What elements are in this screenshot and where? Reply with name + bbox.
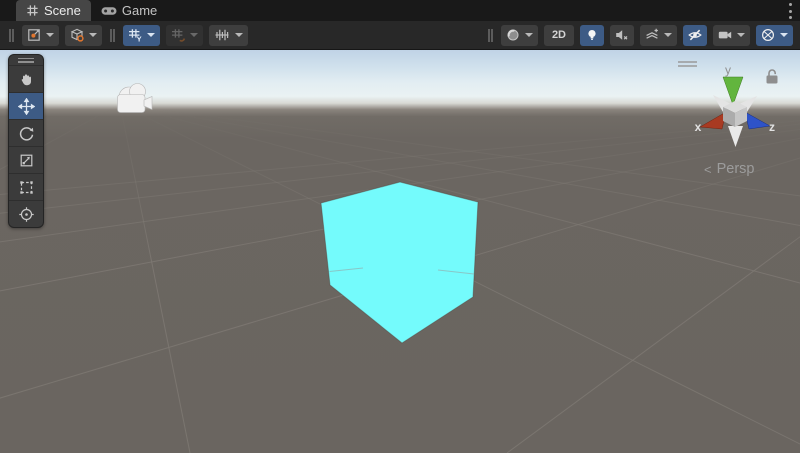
- mode-2d-button[interactable]: 2D: [544, 25, 574, 46]
- snap-increment-button[interactable]: [209, 25, 248, 46]
- gizmo-axis-x-cone[interactable]: [700, 112, 726, 129]
- projection-toggle[interactable]: < Persp: [704, 161, 754, 177]
- view-tool-button[interactable]: [9, 65, 43, 92]
- grid-axis-icon: Y: [127, 27, 143, 43]
- axis-z-label: z: [769, 120, 775, 134]
- gamepad-icon: [101, 5, 117, 17]
- transform-icon: [18, 206, 35, 223]
- rotate-icon: [18, 125, 35, 142]
- dropdown-arrow-icon[interactable]: [190, 33, 198, 37]
- mode-2d-label: 2D: [548, 29, 570, 41]
- dropdown-arrow-icon[interactable]: [46, 33, 54, 37]
- effects-button[interactable]: [640, 25, 677, 46]
- effects-layers-icon: [644, 27, 660, 43]
- gizmos-button[interactable]: [756, 25, 793, 46]
- move-arrows-icon: [18, 98, 35, 115]
- handle-position-pivot-button[interactable]: [22, 25, 59, 46]
- scene-toolbar: Y: [0, 21, 800, 50]
- dropdown-arrow-icon[interactable]: [235, 33, 243, 37]
- dropdown-arrow-icon[interactable]: [525, 33, 533, 37]
- grid-snap-group: Y: [123, 25, 248, 46]
- scene-lighting-button[interactable]: [580, 25, 604, 46]
- scale-icon: [18, 152, 35, 169]
- scene-camera-button[interactable]: [713, 25, 750, 46]
- dropdown-arrow-icon[interactable]: [737, 33, 745, 37]
- snap-to-grid-button[interactable]: [166, 25, 203, 46]
- grid-magnet-icon: [170, 27, 186, 43]
- grid-axis-label: Y: [137, 35, 142, 43]
- audio-mute-button[interactable]: [610, 25, 634, 46]
- tools-drag-handle[interactable]: [9, 55, 43, 65]
- shaded-sphere-icon: [505, 27, 521, 43]
- axis-y-label: y: [725, 63, 731, 77]
- lightbulb-icon: [584, 27, 600, 43]
- axis-x-label: x: [695, 120, 702, 134]
- kebab-menu-icon[interactable]: [787, 3, 793, 19]
- handle-orientation-button[interactable]: [65, 25, 102, 46]
- hand-icon: [18, 71, 35, 88]
- tab-game[interactable]: Game: [91, 0, 167, 21]
- scale-tool-button[interactable]: [9, 146, 43, 173]
- cube-object[interactable]: [321, 182, 478, 343]
- eye-slash-icon: [687, 27, 703, 43]
- dropdown-arrow-icon[interactable]: [89, 33, 97, 37]
- draw-mode-button[interactable]: [501, 25, 538, 46]
- pivot-icon: [26, 27, 42, 43]
- rect-tool-button[interactable]: [9, 173, 43, 200]
- grid-group-drag-handle[interactable]: [110, 29, 115, 42]
- scene-3d-canvas: y x z: [0, 50, 800, 453]
- snap-increment-icon: [213, 27, 231, 43]
- toolbar-drag-handle[interactable]: [9, 29, 14, 42]
- dropdown-arrow-icon[interactable]: [780, 33, 788, 37]
- view-group-drag-handle[interactable]: [488, 29, 493, 42]
- gizmo-axis-neg-cone[interactable]: [728, 126, 743, 147]
- gizmos-sphere-icon: [760, 27, 776, 43]
- projection-label: Persp: [717, 161, 755, 177]
- camera-icon: [717, 27, 733, 43]
- tool-settings-group: [22, 25, 102, 46]
- unity-scene-view: Scene Game: [0, 0, 800, 453]
- projection-arrow-icon: <: [704, 162, 712, 177]
- move-tool-button[interactable]: [9, 92, 43, 119]
- dropdown-arrow-icon[interactable]: [664, 33, 672, 37]
- camera-gizmo-icon[interactable]: [118, 84, 153, 113]
- gizmo-axis-z-cone[interactable]: [745, 112, 770, 129]
- speaker-muted-icon: [614, 27, 630, 43]
- gizmo-axis-y-cone[interactable]: [723, 77, 743, 105]
- hidden-objects-button[interactable]: [683, 25, 707, 46]
- tab-scene-label: Scene: [44, 3, 81, 18]
- gizmo-overlay-drag-handle[interactable]: [678, 62, 697, 66]
- padlock-icon[interactable]: [767, 70, 778, 84]
- tab-game-label: Game: [122, 3, 157, 18]
- view-options-group: 2D: [486, 25, 793, 46]
- rect-icon: [18, 179, 35, 196]
- grid-hash-icon: [26, 4, 39, 17]
- tab-scene[interactable]: Scene: [16, 0, 91, 21]
- cube-orientation-icon: [69, 27, 85, 43]
- dropdown-arrow-icon[interactable]: [147, 33, 155, 37]
- scene-viewport[interactable]: y x z < Persp: [0, 50, 800, 453]
- tools-overlay: [8, 54, 44, 228]
- rotate-tool-button[interactable]: [9, 119, 43, 146]
- tab-bar: Scene Game: [0, 0, 800, 21]
- transform-tool-button[interactable]: [9, 200, 43, 227]
- grid-visibility-button[interactable]: Y: [123, 25, 160, 46]
